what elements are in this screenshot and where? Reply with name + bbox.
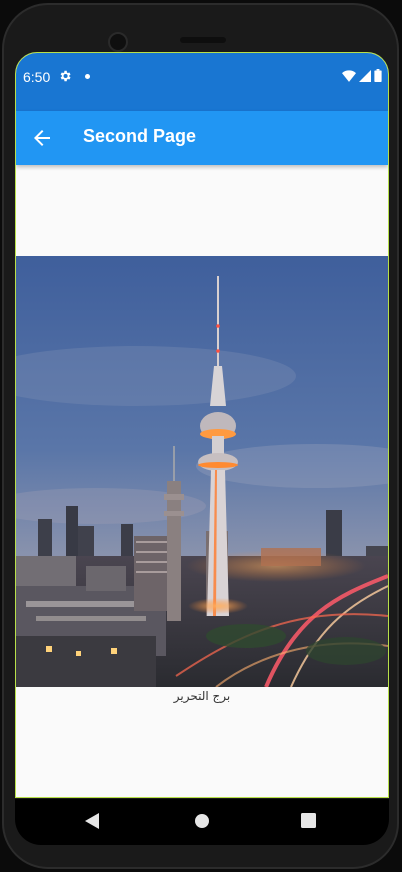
screen: 6:50 Second Page برج التحرير [15, 52, 389, 798]
notification-dot-icon [85, 74, 90, 79]
signal-icon [359, 69, 371, 82]
image-caption: برج التحرير [173, 689, 231, 703]
app-bar: Second Page [16, 111, 388, 165]
battery-icon [374, 69, 382, 82]
gear-icon [60, 70, 71, 82]
system-nav-bar [15, 799, 389, 845]
arrow-back-icon[interactable] [30, 126, 54, 150]
status-time: 6:50 [23, 69, 51, 85]
wifi-icon [342, 69, 356, 82]
nav-home-icon[interactable] [194, 813, 210, 829]
page-title: Second Page [83, 126, 197, 146]
status-icons [342, 69, 382, 82]
front-camera [108, 32, 128, 52]
nav-recents-icon[interactable] [301, 813, 316, 828]
tower-city-night-image [16, 256, 388, 687]
nav-back-icon[interactable] [85, 813, 99, 829]
tower-photo [16, 256, 388, 687]
status-bar: 6:50 [16, 53, 388, 111]
earpiece-speaker [180, 37, 226, 43]
